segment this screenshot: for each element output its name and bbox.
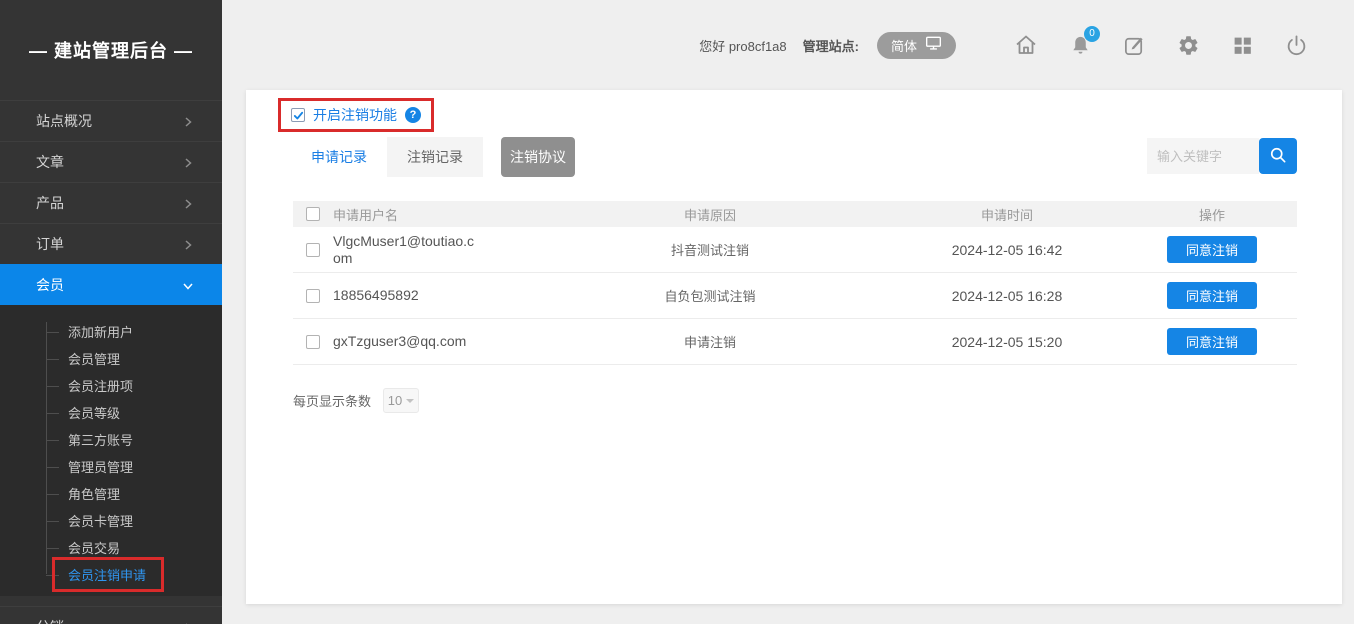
sidebar-item-label: 会员 (36, 275, 64, 295)
username-text: gxTzguser3@qq.com (333, 333, 475, 350)
chevron-down-icon (182, 279, 194, 291)
user-greeting: 您好 pro8cf1a8 (699, 36, 786, 55)
managed-site-label: 管理站点: (803, 36, 859, 55)
header-username: 申请用户名 (333, 205, 533, 224)
tab-cancellation-agreement[interactable]: 注销协议 (501, 137, 575, 177)
sidebar-item-label: 分销 (36, 617, 64, 624)
submenu-item-admin-management[interactable]: 管理员管理 (0, 454, 222, 481)
sidebar-item-products[interactable]: 产品 (0, 182, 222, 223)
power-logout-icon[interactable] (1284, 33, 1308, 57)
submenu-item-member-cancellation[interactable]: 会员注销申请 (0, 562, 222, 589)
page-size-value: 10 (388, 393, 402, 408)
app-title: — 建站管理后台 — (0, 0, 222, 100)
cell-username: VlgcMuser1@toutiao.com (333, 233, 533, 267)
table-row: VlgcMuser1@toutiao.com 抖音测试注销 2024-12-05… (293, 227, 1297, 273)
submenu-item-role-management[interactable]: 角色管理 (0, 481, 222, 508)
topbar: 您好 pro8cf1a8 管理站点: 简体 0 (222, 0, 1354, 90)
cell-reason: 自负包测试注销 (533, 286, 887, 305)
tab-cancellation-records[interactable]: 注销记录 (387, 137, 483, 177)
sidebar-item-label: 产品 (36, 193, 64, 213)
enable-cancellation-checkbox[interactable] (291, 108, 305, 122)
table-header-row: 申请用户名 申请原因 申请时间 操作 (293, 201, 1297, 227)
sidebar-item-label: 订单 (36, 234, 64, 254)
cell-action: 同意注销 (1127, 282, 1297, 309)
apps-grid-icon[interactable] (1230, 33, 1254, 57)
chevron-right-icon (182, 156, 194, 168)
page-size-label: 每页显示条数 (293, 391, 371, 410)
help-question-icon[interactable]: ? (405, 107, 421, 123)
cell-action: 同意注销 (1127, 328, 1297, 355)
cell-time: 2024-12-05 15:20 (887, 334, 1127, 350)
submenu-item-registration-fields[interactable]: 会员注册项 (0, 373, 222, 400)
edit-icon[interactable] (1122, 33, 1146, 57)
cell-time: 2024-12-05 16:28 (887, 288, 1127, 304)
monitor-icon (925, 36, 942, 54)
table-row: gxTzguser3@qq.com 申请注销 2024-12-05 15:20 … (293, 319, 1297, 365)
sidebar: — 建站管理后台 — 站点概况 文章 产品 订单 会员 (0, 0, 222, 624)
agree-cancellation-button[interactable]: 同意注销 (1167, 236, 1257, 263)
notifications-bell-icon[interactable]: 0 (1068, 33, 1092, 57)
row-checkbox-cell (293, 243, 333, 257)
select-all-checkbox[interactable] (306, 207, 320, 221)
header-action: 操作 (1127, 205, 1297, 224)
search-bar (1147, 138, 1297, 174)
submenu-item-member-card[interactable]: 会员卡管理 (0, 508, 222, 535)
home-icon[interactable] (1014, 33, 1038, 57)
header-time: 申请时间 (887, 205, 1127, 224)
cell-reason: 申请注销 (533, 332, 887, 351)
sidebar-item-orders[interactable]: 订单 (0, 223, 222, 264)
row-checkbox-cell (293, 335, 333, 349)
agree-cancellation-button[interactable]: 同意注销 (1167, 282, 1257, 309)
submenu-item-member-management[interactable]: 会员管理 (0, 346, 222, 373)
members-submenu: 添加新用户 会员管理 会员注册项 会员等级 第三方账号 管理员管理 角色管理 会… (0, 305, 222, 596)
sidebar-item-site-overview[interactable]: 站点概况 (0, 100, 222, 141)
row-checkbox[interactable] (306, 243, 320, 257)
sidebar-item-label: 站点概况 (36, 111, 92, 131)
agree-cancellation-button[interactable]: 同意注销 (1167, 328, 1257, 355)
sidebar-item-members[interactable]: 会员 (0, 264, 222, 305)
tabs: 申请记录 注销记录 注销协议 (291, 137, 575, 177)
submenu-item-member-transactions[interactable]: 会员交易 (0, 535, 222, 562)
chevron-right-icon (182, 115, 194, 127)
sidebar-item-articles[interactable]: 文章 (0, 141, 222, 182)
search-button[interactable] (1259, 138, 1297, 174)
search-input[interactable] (1147, 138, 1259, 174)
username-text: VlgcMuser1@toutiao.com (333, 233, 475, 267)
cell-username: 18856495892 (333, 287, 533, 304)
cell-username: gxTzguser3@qq.com (333, 333, 533, 350)
tab-application-records[interactable]: 申请记录 (291, 137, 387, 177)
language-site-button[interactable]: 简体 (877, 32, 956, 59)
submenu-item-third-party-accounts[interactable]: 第三方账号 (0, 427, 222, 454)
table-row: 18856495892 自负包测试注销 2024-12-05 16:28 同意注… (293, 273, 1297, 319)
header-reason: 申请原因 (533, 205, 887, 224)
notification-badge: 0 (1084, 26, 1100, 42)
chevron-right-icon (182, 197, 194, 209)
search-icon (1268, 145, 1288, 168)
cancellation-toggle-annotation-box: 开启注销功能 ? (278, 98, 434, 132)
language-label: 简体 (891, 36, 917, 55)
pagination: 每页显示条数 10 (293, 388, 419, 413)
row-checkbox[interactable] (306, 289, 320, 303)
cell-action: 同意注销 (1127, 236, 1297, 263)
app-window: — 建站管理后台 — 站点概况 文章 产品 订单 会员 (0, 0, 1354, 624)
username-text: 18856495892 (333, 287, 475, 304)
cell-time: 2024-12-05 16:42 (887, 242, 1127, 258)
enable-cancellation-label[interactable]: 开启注销功能 (313, 105, 397, 125)
sidebar-item-label: 文章 (36, 152, 64, 172)
main-panel: 开启注销功能 ? 申请记录 注销记录 注销协议 申 (246, 90, 1342, 604)
submenu-item-member-level[interactable]: 会员等级 (0, 400, 222, 427)
submenu-item-label: 会员注销申请 (68, 568, 146, 583)
applications-table: 申请用户名 申请原因 申请时间 操作 VlgcMuser1@toutiao.co… (293, 201, 1297, 365)
submenu-item-add-user[interactable]: 添加新用户 (0, 319, 222, 346)
settings-gear-icon[interactable] (1176, 33, 1200, 57)
chevron-right-icon (182, 238, 194, 250)
row-checkbox-cell (293, 289, 333, 303)
sidebar-item-distribution[interactable]: 分销 (0, 606, 222, 624)
cell-reason: 抖音测试注销 (533, 240, 887, 259)
chevron-down-icon (406, 399, 414, 403)
page-size-select[interactable]: 10 (383, 388, 419, 413)
row-checkbox[interactable] (306, 335, 320, 349)
header-checkbox-cell (293, 207, 333, 221)
